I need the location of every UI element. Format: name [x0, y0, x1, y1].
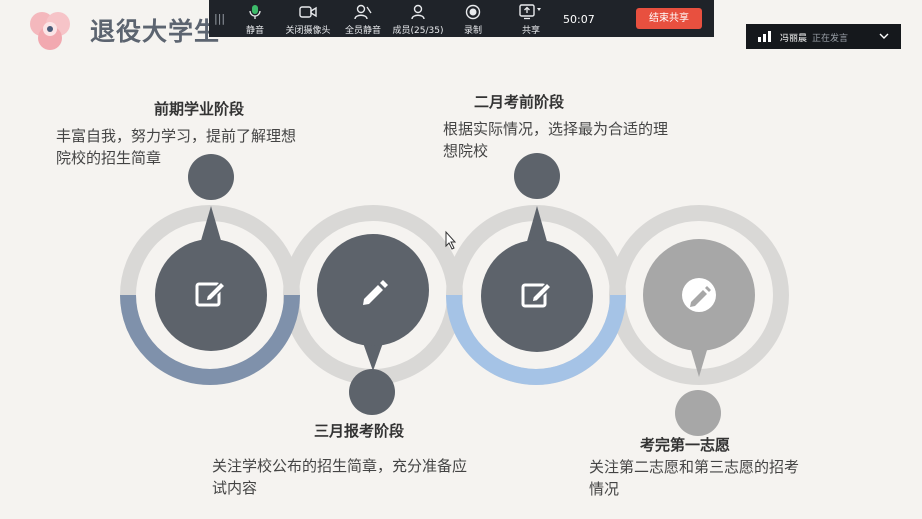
mute-button[interactable]: 静音 [229, 4, 281, 36]
camera-off-button[interactable]: 关闭摄像头 [282, 4, 334, 36]
stage-4-title: 考完第一志愿 [640, 436, 731, 454]
audio-level-icon [758, 31, 771, 42]
speaker-name: 冯丽晨 [780, 34, 808, 44]
members-label: 成员(25/35) [392, 26, 444, 36]
pencil-circle-icon [682, 278, 716, 312]
microphone-icon [249, 5, 261, 19]
camera-icon [299, 6, 317, 18]
mute-all-button[interactable]: 全员静音 [337, 4, 389, 36]
record-icon [465, 4, 481, 20]
stage-2-description: 关注学校公布的招生简章，充分准备应 试内容 [212, 455, 467, 499]
mute-all-icon [354, 4, 372, 20]
stage-1-description: 丰富自我，努力学习，提前了解理想 院校的招生简章 [56, 125, 296, 169]
share-button[interactable]: 共享 [505, 4, 557, 36]
stage-2-dot [349, 369, 395, 415]
toolbar-drag-handle-icon[interactable]: ||| [214, 12, 225, 25]
record-label: 录制 [463, 26, 482, 36]
share-label: 共享 [521, 26, 540, 36]
mute-label: 静音 [245, 26, 264, 36]
stage-4-desc-line1: 关注第二志愿和第三志愿的招考 [589, 458, 800, 476]
camera-label: 关闭摄像头 [285, 26, 331, 36]
stage-2-desc-line2: 试内容 [212, 479, 258, 497]
active-speaker-panel[interactable]: 冯丽晨 正在发言 [746, 24, 901, 49]
speaker-status: 正在发言 [812, 34, 849, 44]
record-button[interactable]: 录制 [447, 4, 499, 36]
stage-4-desc-line2: 情况 [589, 480, 620, 498]
stage-1-desc-line1: 丰富自我，努力学习，提前了解理想 [56, 127, 297, 145]
chevron-down-icon[interactable] [879, 32, 889, 40]
stage-1-desc-line2: 院校的招生简章 [56, 149, 162, 167]
presentation-slide: 退役大学生 前期学业阶段 丰富自我，努力学习，提前了解理想 院校的招生简章 二月… [0, 0, 922, 519]
share-screen-icon [519, 4, 541, 20]
members-button[interactable]: 成员(25/35) [392, 4, 444, 36]
stage-3-description: 根据实际情况，选择最为合适的理 想院校 [443, 118, 668, 162]
mute-all-label: 全员静音 [344, 26, 381, 36]
stage-4-dot [675, 390, 721, 436]
stage-2-desc-line1: 关注学校公布的招生简章，充分准备应 [212, 457, 468, 475]
end-sharing-button[interactable]: 结束共享 [636, 8, 702, 29]
stage-1-title: 前期学业阶段 [154, 100, 245, 118]
stage-3-desc-line2: 想院校 [443, 142, 489, 160]
stage-3-title: 二月考前阶段 [474, 93, 565, 111]
members-icon [411, 4, 425, 20]
stage-3-desc-line1: 根据实际情况，选择最为合适的理 [443, 120, 669, 138]
meeting-timer: 50:07 [563, 13, 595, 26]
stage-4-description: 关注第二志愿和第三志愿的招考 情况 [589, 456, 799, 500]
stage-2-title: 三月报考阶段 [314, 422, 405, 440]
stage-diagram [120, 153, 789, 436]
